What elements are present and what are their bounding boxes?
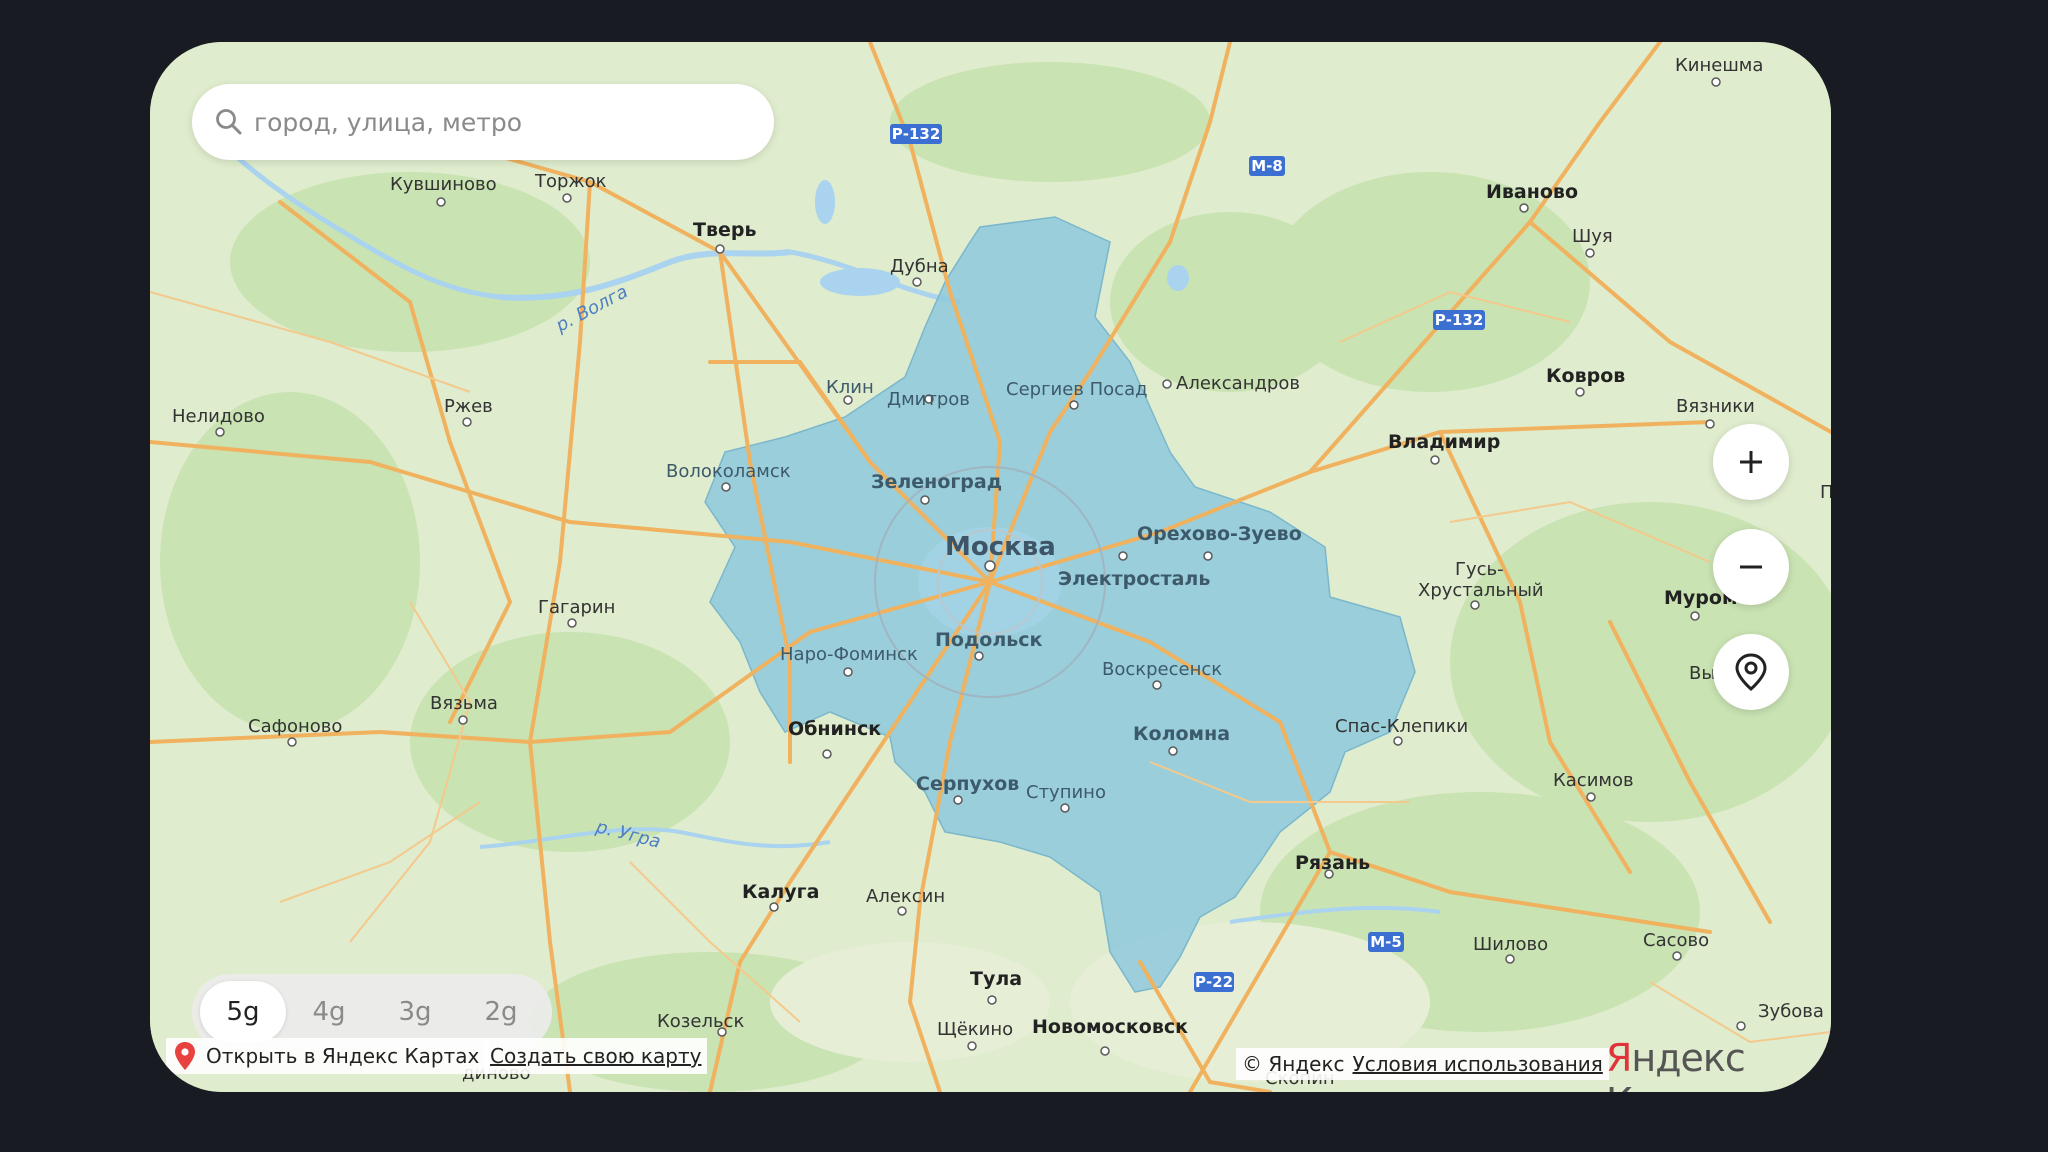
- city-label-shilovo: Шилово: [1473, 934, 1548, 955]
- city-label-shuya: Шуя: [1572, 226, 1613, 247]
- city-label-p-edge: П: [1820, 482, 1831, 503]
- city-label-sasovo: Сасово: [1643, 930, 1709, 951]
- plus-icon: [1740, 451, 1762, 473]
- open-in-maps-label: Открыть в Яндекс Картах: [206, 1044, 480, 1068]
- city-label-zelenograd: Зеленоград: [871, 471, 1002, 493]
- city-label-gus-khrustalny-1: Гусь-: [1455, 559, 1504, 580]
- city-label-naro-fominsk: Наро-Фоминск: [780, 644, 918, 665]
- city-label-nelidovo: Нелидово: [172, 406, 265, 427]
- zoom-out-button[interactable]: [1713, 529, 1789, 605]
- city-label-kolomna: Коломна: [1133, 723, 1230, 745]
- city-label-serpukhov: Серпухов: [916, 773, 1019, 795]
- city-label-aleksandrov: Александров: [1176, 373, 1300, 394]
- road-shield-m8: М-8: [1249, 156, 1285, 176]
- svg-text:Р-132: Р-132: [892, 125, 941, 143]
- city-label-kovrov: Ковров: [1546, 365, 1625, 387]
- location-target-icon: [1735, 653, 1767, 691]
- logo-letter: Я: [1606, 1036, 1632, 1080]
- city-label-vladimir: Владимир: [1388, 431, 1500, 453]
- zoom-in-button[interactable]: [1713, 424, 1789, 500]
- open-in-yandex-maps-link[interactable]: Открыть в Яндекс Картах: [166, 1038, 490, 1074]
- search-icon: [216, 109, 242, 135]
- map-canvas[interactable]: Р-132 М-8 Р-132 Р-22 М-5 р. Волга р. Угр…: [150, 42, 1831, 1092]
- locate-button[interactable]: [1713, 634, 1789, 710]
- yandex-maps-logo[interactable]: Яндекс Карты: [1606, 1036, 1831, 1092]
- city-label-klin: Клин: [826, 377, 874, 398]
- city-label-moscow: Москва: [945, 532, 1056, 562]
- city-label-sergiev-posad: Сергиев Посад: [1006, 379, 1148, 400]
- search-input[interactable]: [252, 106, 774, 138]
- city-label-kasimov: Касимов: [1553, 770, 1634, 791]
- city-label-kozelsk: Козельск: [657, 1011, 744, 1032]
- terms-of-use-link[interactable]: Условия использования: [1353, 1052, 1603, 1076]
- city-label-aleksin: Алексин: [866, 886, 945, 907]
- city-label-dubna: Дубна: [890, 256, 949, 277]
- tab-3g[interactable]: 3g: [372, 981, 458, 1043]
- road-shield-m5: М-5: [1368, 932, 1404, 952]
- city-label-ivanovo: Иваново: [1486, 181, 1578, 203]
- city-label-dmitrov: Дмитров: [887, 389, 970, 410]
- city-label-obninsk: Обнинск: [788, 718, 881, 740]
- tab-2g[interactable]: 2g: [458, 981, 544, 1043]
- city-label-vy: Вы: [1689, 663, 1716, 684]
- tab-4g[interactable]: 4g: [286, 981, 372, 1043]
- city-label-zubova-polyana: Зубова П: [1758, 1001, 1831, 1022]
- map-container[interactable]: Р-132 М-8 Р-132 Р-22 М-5 р. Волга р. Угр…: [150, 42, 1831, 1092]
- city-label-orekhovo-zuevo: Орехово-Зуево: [1137, 523, 1302, 545]
- city-label-gus-khrustalny-2: Хрустальный: [1418, 580, 1544, 601]
- city-label-volokolamsk: Волоколамск: [666, 461, 791, 482]
- minus-icon: [1740, 565, 1762, 569]
- city-label-kuvshinovo: Кувшиново: [390, 174, 497, 195]
- svg-text:М-5: М-5: [1370, 933, 1402, 951]
- city-label-voskresensk: Воскресенск: [1102, 659, 1222, 680]
- city-label-podolsk: Подольск: [935, 629, 1043, 651]
- create-your-map-link[interactable]: Создать свою карту: [484, 1038, 708, 1074]
- city-label-rzhev: Ржев: [444, 396, 493, 417]
- road-shield-r22: Р-22: [1194, 972, 1234, 992]
- copyright-notice: © Яндекс Условия использования: [1236, 1048, 1609, 1080]
- city-label-novomoskovsk: Новомосковск: [1032, 1016, 1188, 1038]
- copyright-text: © Яндекс: [1242, 1052, 1345, 1076]
- city-label-vyazma: Вязьма: [430, 693, 498, 714]
- road-shield-r132-north: Р-132: [890, 124, 942, 144]
- city-label-kineshma: Кинешма: [1675, 55, 1763, 76]
- tab-5g[interactable]: 5g: [200, 981, 286, 1043]
- svg-text:Р-22: Р-22: [1195, 973, 1233, 991]
- svg-text:М-8: М-8: [1251, 157, 1283, 175]
- city-label-kaluga: Калуга: [742, 881, 819, 903]
- city-label-vyazniki: Вязники: [1676, 396, 1755, 417]
- search-box[interactable]: [192, 84, 774, 160]
- city-label-safonovo: Сафоново: [248, 716, 342, 737]
- city-label-tula: Тула: [970, 968, 1022, 990]
- road-shield-r132-east: Р-132: [1433, 310, 1485, 330]
- svg-text:Р-132: Р-132: [1435, 311, 1484, 329]
- city-label-ryazan: Рязань: [1295, 852, 1370, 874]
- city-label-shchekino: Щёкино: [937, 1019, 1013, 1040]
- city-label-tver: Тверь: [693, 219, 757, 241]
- city-label-torzhok: Торжок: [534, 171, 607, 192]
- city-label-spas-klepiki: Спас-Клепики: [1335, 716, 1468, 737]
- city-label-gagarin: Гагарин: [538, 597, 615, 618]
- city-label-stupino: Ступино: [1026, 782, 1106, 803]
- map-pin-icon: [175, 1042, 195, 1070]
- city-label-elektrostal: Электросталь: [1058, 568, 1210, 590]
